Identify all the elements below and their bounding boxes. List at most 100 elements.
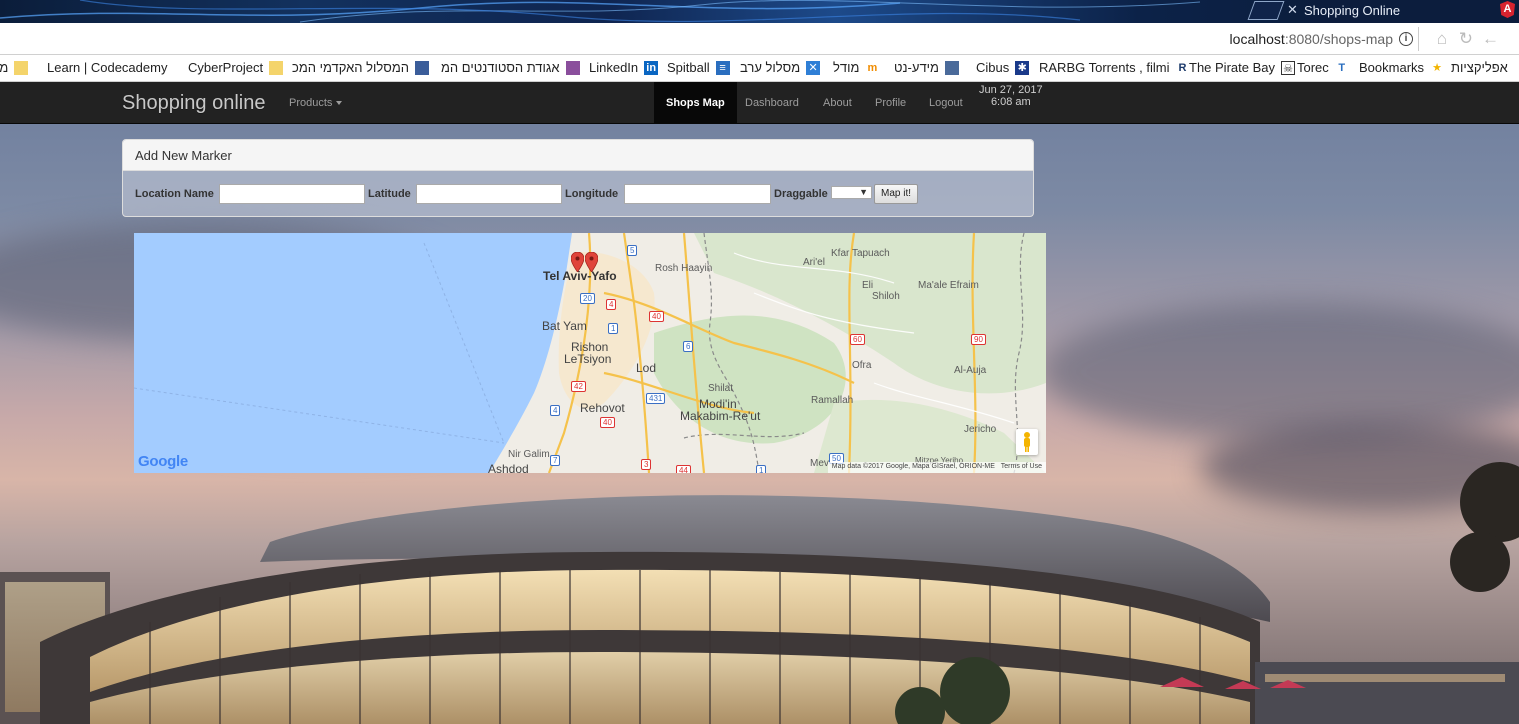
latitude-label: Latitude: [368, 188, 411, 200]
nav-about[interactable]: About: [823, 97, 852, 109]
x-icon: ✕: [806, 60, 821, 75]
reload-icon[interactable]: ↻: [1459, 29, 1473, 49]
url-host: localhost: [1229, 31, 1285, 47]
route-shield: 20: [580, 293, 595, 304]
map-label: Rosh Haayin: [655, 263, 713, 274]
panel-heading: Add New Marker: [123, 140, 1033, 171]
route-shield: 42: [571, 381, 586, 392]
map-label: Ashdod: [488, 462, 529, 473]
bookmark-label: The Pirate Bay: [1189, 60, 1275, 75]
browser-tab[interactable]: ✕ Shopping Online A: [1247, 0, 1519, 23]
bookmark-item[interactable]: אפליקציות ⁞: [1451, 60, 1519, 75]
latitude-input[interactable]: [416, 184, 562, 204]
url-path: :8080/shops-map: [1284, 31, 1393, 47]
bookmark-item[interactable]: RARBG Torrents , filmi R: [1039, 60, 1190, 75]
location-name-input[interactable]: [219, 184, 365, 204]
route-shield: 4: [550, 405, 561, 416]
bookmark-label: אפליקציות: [1451, 60, 1508, 75]
route-shield: 431: [646, 393, 666, 404]
tab-title: Shopping Online: [1304, 3, 1401, 18]
map-marker-icon[interactable]: [571, 252, 584, 272]
bookmark-item[interactable]: CyberProject: [188, 60, 284, 75]
map-label: Eli: [862, 280, 874, 291]
torec-icon: T: [1338, 61, 1346, 74]
draggable-select[interactable]: ▼: [831, 186, 872, 199]
bookmark-item[interactable]: Spitball ≡: [667, 60, 730, 75]
bookmark-item[interactable]: Torec T: [1297, 60, 1349, 75]
moodle-icon: m: [867, 61, 878, 74]
google-logo: Google: [138, 453, 188, 470]
pegman-icon[interactable]: [1016, 429, 1038, 455]
bookmark-label: Torec: [1297, 60, 1329, 75]
longitude-input[interactable]: [624, 184, 771, 204]
map-marker-icon[interactable]: [585, 252, 598, 272]
tab-preview-icon: [1247, 1, 1285, 20]
map-label: Shiloh: [872, 291, 900, 302]
url-box-edge: [1418, 27, 1419, 51]
current-date: Jun 27, 2017: [979, 84, 1043, 96]
nav-logout[interactable]: Logout: [929, 97, 963, 109]
route-shield: 5: [627, 245, 638, 256]
map-it-button[interactable]: Map it!: [874, 184, 918, 204]
route-shield: 1: [756, 465, 767, 473]
rarbg-icon: R: [1178, 61, 1187, 74]
bookmark-label: Bookmarks: [1359, 60, 1425, 75]
nav-profile[interactable]: Profile: [875, 97, 906, 109]
bookmark-item[interactable]: המסלול האקדמי המכ: [292, 60, 429, 75]
folder-icon: [269, 60, 284, 75]
info-icon[interactable]: i: [1399, 32, 1413, 46]
piratebay-icon: ☠: [1281, 60, 1295, 75]
page-icon: [415, 60, 429, 75]
bookmark-item[interactable]: Cibus ✱: [976, 60, 1030, 75]
bookmark-item[interactable]: מודל m: [833, 60, 879, 75]
nav-dashboard[interactable]: Dashboard: [745, 97, 799, 109]
attribution-text: Map data ©2017 Google, Mapa GISrael, ORI…: [831, 463, 995, 470]
dropdown-arrow-icon: ▼: [859, 187, 868, 197]
products-dropdown[interactable]: Products: [289, 97, 343, 109]
nav-shops-map[interactable]: Shops Map: [654, 82, 737, 124]
home-icon[interactable]: ⌂: [1437, 29, 1447, 49]
bookmark-label: המסלול האקדמי המכ: [292, 60, 409, 75]
current-time: 6:08 am: [990, 96, 1031, 108]
bookmark-item[interactable]: מסלול ערב ✕: [740, 60, 821, 75]
route-shield: 44: [676, 465, 691, 473]
bookmark-item[interactable]: מו: [0, 60, 29, 75]
caret-down-icon: [336, 101, 343, 106]
bookmark-item[interactable]: Learn | Codecademy: [47, 60, 167, 75]
bookmark-label: Learn | Codecademy: [47, 60, 168, 75]
map-label: Jericho: [964, 424, 997, 435]
map-attribution: Map data ©2017 Google, Mapa GISrael, ORI…: [827, 462, 1046, 473]
map-label: Lod: [636, 361, 657, 375]
apps-icon: ⁞: [1514, 61, 1519, 75]
pegman-figure: [1024, 432, 1030, 452]
bookmark-label: RARBG Torrents , filmi: [1039, 60, 1170, 75]
terms-of-use-link[interactable]: Terms of Use: [1001, 463, 1042, 470]
bookmark-item[interactable]: אגודת הסטודנטים המ: [441, 60, 580, 75]
route-shield: 40: [649, 311, 664, 322]
shops-map[interactable]: Tel Aviv-Yafo Rosh Haayin Kfar Tapuach A…: [134, 233, 1046, 473]
top-navbar: Shopping online Products Shops Map Dashb…: [0, 82, 1519, 124]
bookmarks-bar: מו Learn | Codecademy CyberProject המסלו…: [0, 55, 1519, 82]
bookmark-item[interactable]: LinkedIn in: [589, 60, 659, 75]
cibus-icon: ✱: [1015, 60, 1030, 75]
bookmark-item[interactable]: Bookmarks ★: [1359, 60, 1444, 75]
route-shield: 7: [550, 455, 561, 466]
back-icon[interactable]: ←: [1482, 29, 1499, 49]
map-label: Shilat: [708, 383, 734, 394]
date-time: Jun 27, 2017 6:08 am: [979, 84, 1043, 108]
bookmark-label: מסלול ערב: [740, 60, 801, 75]
longitude-label: Longitude: [565, 188, 619, 200]
close-icon[interactable]: ✕: [1287, 2, 1298, 18]
add-marker-panel: Add New Marker Location Name Latitude Lo…: [122, 139, 1034, 217]
bookmark-label: LinkedIn: [589, 60, 639, 75]
brand-logo[interactable]: Shopping online: [122, 92, 265, 115]
map-label: Mev: [810, 458, 829, 469]
bookmark-item[interactable]: The Pirate Bay ☠: [1189, 60, 1295, 75]
page-icon: [944, 60, 959, 75]
bookmark-item[interactable]: מידע-נט: [894, 60, 959, 75]
map-label: Al-Auja: [954, 365, 987, 376]
url-text[interactable]: localhost:8080/shops-map: [1230, 31, 1393, 47]
address-bar[interactable]: ⌂ ↻ ← i localhost:8080/shops-map: [0, 23, 1519, 55]
map-label: Rehovot: [580, 401, 625, 415]
page-icon: [565, 60, 580, 75]
